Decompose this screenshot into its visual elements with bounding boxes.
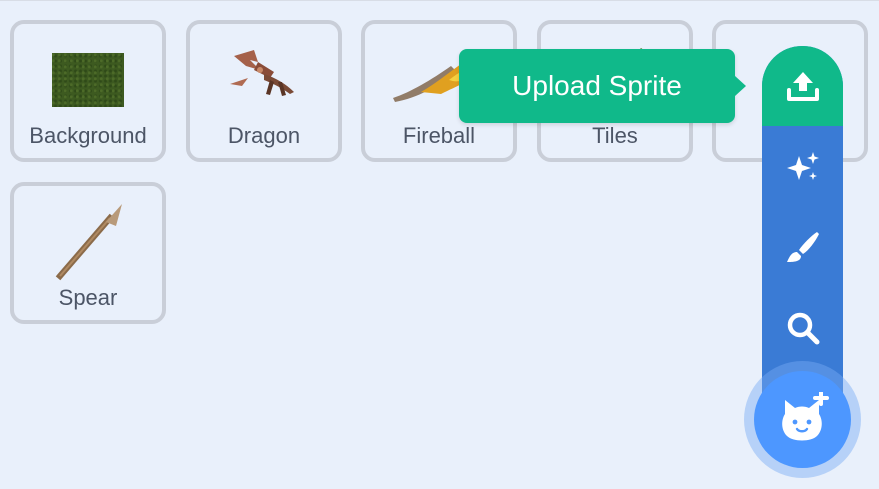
sprite-thumbnail [14, 38, 162, 122]
background-swatch [52, 53, 124, 107]
surprise-button[interactable] [762, 128, 843, 208]
paint-brush-icon [786, 232, 819, 262]
paint-button[interactable] [762, 208, 843, 288]
sprite-label: Dragon [227, 123, 301, 148]
upload-icon [786, 72, 819, 101]
sprite-label: Background [29, 123, 147, 148]
sprite-pane: Background Dragon Fireball Tiles Spear U… [0, 0, 879, 489]
dragon-sprite-icon [230, 50, 294, 96]
tooltip-text: Upload Sprite [512, 70, 682, 101]
sprite-thumbnail [14, 200, 162, 284]
upload-sprite-tooltip: Upload Sprite [459, 49, 746, 123]
choose-sprite-menu [762, 46, 843, 396]
cat-plus-icon [781, 391, 829, 440]
sprite-tile-dragon[interactable]: Dragon [186, 20, 342, 162]
add-sprite-button[interactable] [754, 371, 851, 468]
upload-sprite-button[interactable] [762, 46, 843, 126]
sprite-label: Fireball [402, 123, 476, 148]
surprise-sparkle-icon [786, 152, 819, 180]
sprite-tile-background[interactable]: Background [10, 20, 166, 162]
choose-sprite-button[interactable] [762, 288, 843, 368]
sprite-tile-spear[interactable]: Spear [10, 182, 166, 324]
spear-sprite-icon [55, 204, 122, 281]
sprite-label: Tiles [592, 123, 638, 148]
sprite-label: Spear [58, 285, 118, 310]
search-icon [787, 312, 819, 345]
sprite-thumbnail [190, 38, 338, 122]
